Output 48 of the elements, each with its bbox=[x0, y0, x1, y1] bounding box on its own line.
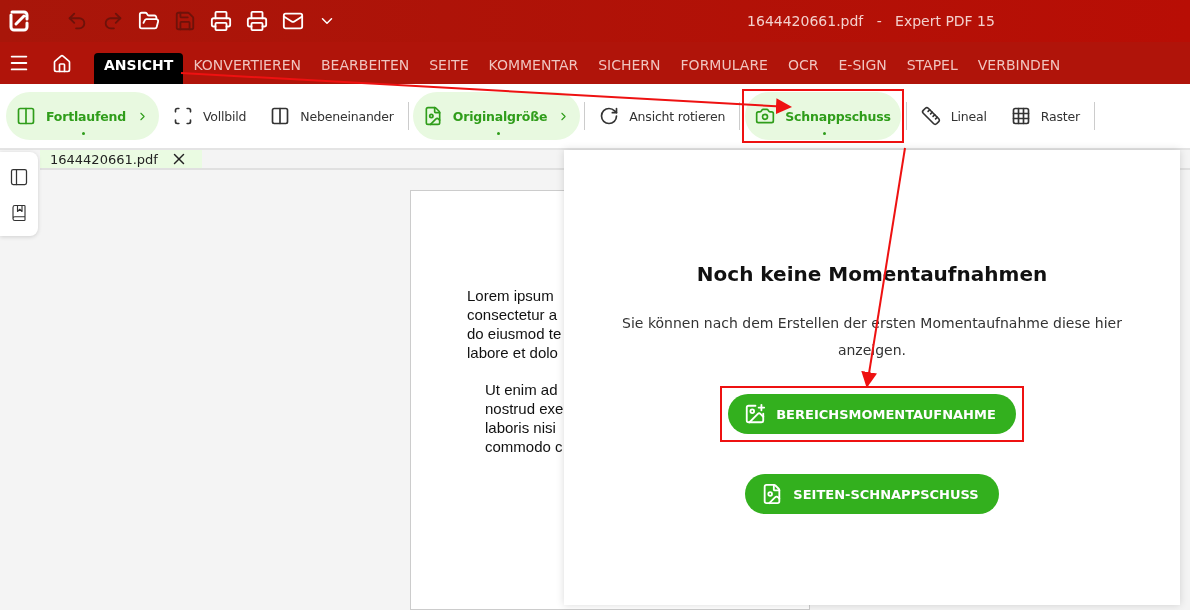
menu-tab[interactable]: OCR bbox=[777, 53, 829, 84]
page-text-line: nostrud exe bbox=[485, 399, 564, 418]
bookmark-icon[interactable] bbox=[10, 203, 28, 222]
camera-icon bbox=[755, 106, 776, 126]
document-tab[interactable]: 1644420661.pdf bbox=[40, 150, 202, 168]
menu-tab[interactable]: KOMMENTAR bbox=[478, 53, 589, 84]
grid-icon bbox=[1010, 106, 1031, 126]
toolbar-button[interactable]: Schnappschuss bbox=[745, 92, 901, 140]
folder-icon[interactable] bbox=[138, 10, 160, 32]
app-logo bbox=[8, 9, 30, 33]
page-text-line: Ut enim ad bbox=[485, 380, 558, 399]
menu-tab[interactable]: BEARBEITEN bbox=[311, 53, 420, 84]
active-dot bbox=[496, 132, 500, 135]
printer-icon[interactable] bbox=[210, 10, 232, 32]
columns-icon bbox=[270, 106, 291, 126]
menu-tab[interactable]: FORMULARE bbox=[670, 53, 778, 84]
active-dot bbox=[823, 132, 826, 135]
printer-icon[interactable] bbox=[246, 10, 268, 32]
page-text-line: consectetur a bbox=[467, 305, 558, 324]
ruler-icon bbox=[920, 106, 941, 126]
menu-tab[interactable]: KONVERTIEREN bbox=[183, 53, 311, 84]
toolbar-button[interactable]: Lineal bbox=[910, 92, 997, 140]
toolbar-button[interactable]: Raster bbox=[1000, 92, 1090, 140]
page-text-line: labore et dolo bbox=[467, 343, 558, 362]
page-text-line: Lorem ipsum bbox=[467, 286, 554, 305]
snapshot-button[interactable]: SEITEN-SCHNAPPSCHUSS bbox=[745, 474, 999, 514]
mail-icon[interactable] bbox=[282, 10, 304, 32]
rotate-icon bbox=[599, 106, 620, 126]
toolbar-button[interactable]: Nebeneinander bbox=[260, 92, 404, 140]
toolbar-button[interactable]: Vollbild bbox=[162, 92, 257, 140]
menu-tab[interactable]: SEITE bbox=[419, 53, 479, 84]
window-title: 1644420661.pdf - Expert PDF 15 bbox=[746, 13, 996, 29]
page-text-line: do eiusmod te bbox=[467, 324, 562, 343]
menu-tab[interactable]: SICHERN bbox=[588, 53, 671, 84]
active-dot bbox=[82, 132, 86, 135]
snapshot-button[interactable]: BEREICHSMOMENTAUFNAHME bbox=[728, 394, 1016, 434]
menu-tab[interactable]: E-SIGN bbox=[828, 53, 897, 84]
menu-tab[interactable]: VERBINDEN bbox=[967, 53, 1071, 84]
page-text-line: commodo c bbox=[485, 437, 563, 456]
menu-tab[interactable]: STAPEL bbox=[896, 53, 968, 84]
toolbar-button[interactable]: Originalgröße bbox=[412, 92, 581, 140]
page-text-line: laboris nisi bbox=[485, 418, 556, 437]
sidebar-icon[interactable] bbox=[9, 166, 29, 187]
menu-tab[interactable]: ANSICHT bbox=[94, 53, 184, 84]
toolbar-button[interactable]: Fortlaufend bbox=[6, 92, 159, 140]
toolbar-button[interactable]: Ansicht rotieren bbox=[589, 92, 736, 140]
expand-icon bbox=[172, 106, 193, 126]
camera-plus-icon bbox=[744, 403, 767, 425]
